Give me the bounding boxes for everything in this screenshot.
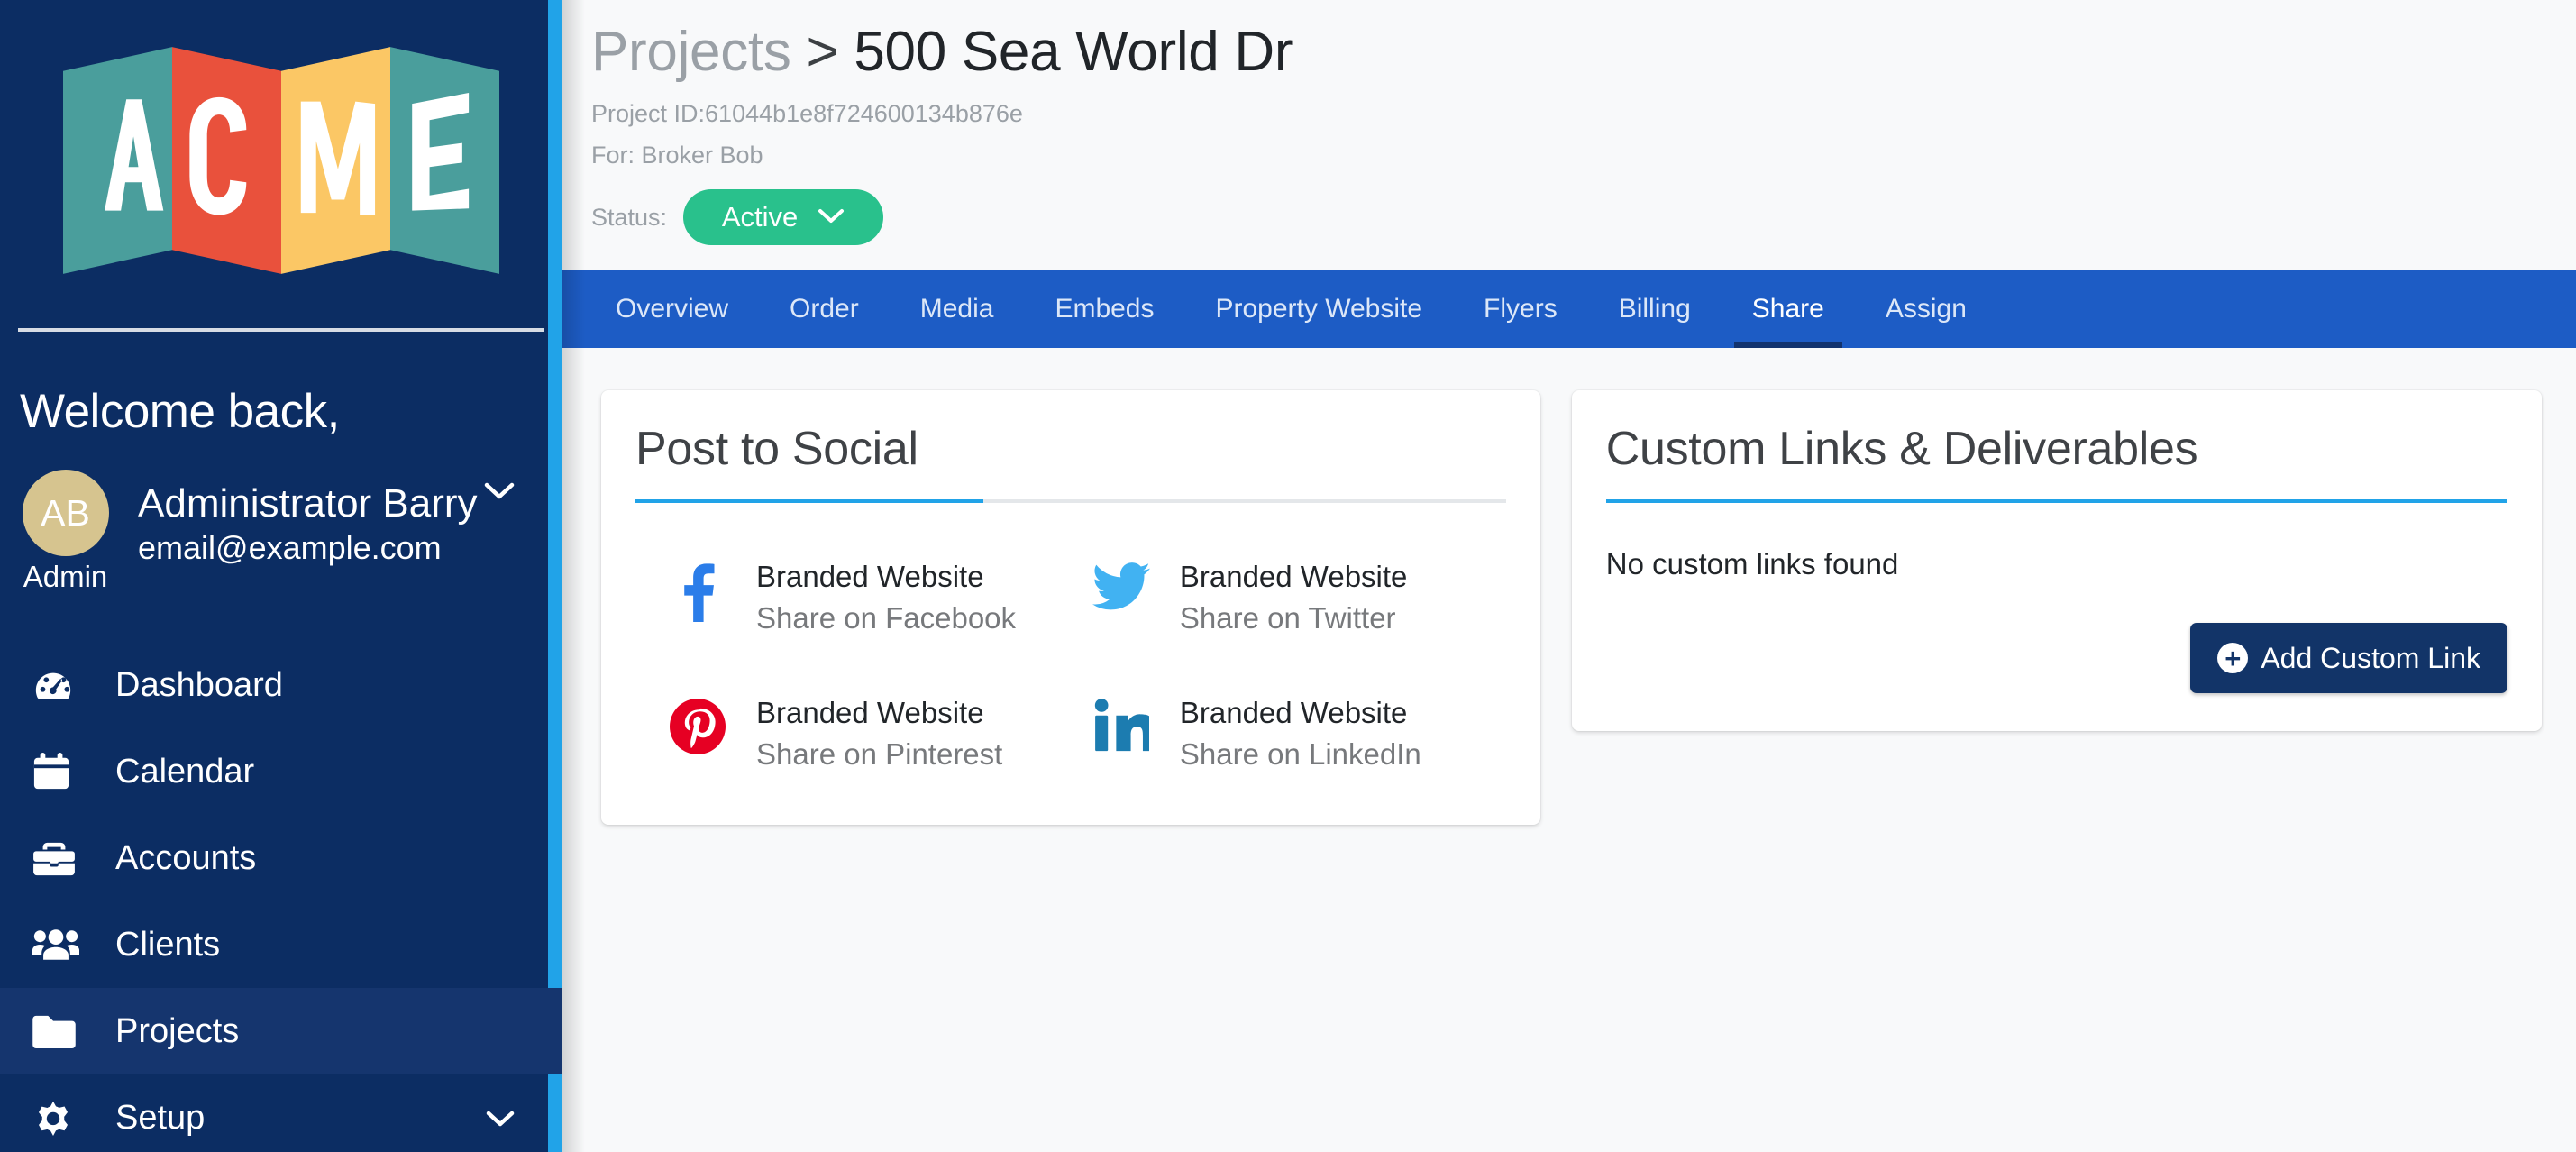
sidebar-divider xyxy=(18,328,544,332)
avatar-block: AB Admin xyxy=(18,470,113,591)
add-custom-link-label: Add Custom Link xyxy=(2261,641,2480,674)
status-row: Status: Active xyxy=(591,189,2576,246)
user-email: email@example.com xyxy=(138,528,442,566)
custom-links-card: Custom Links & Deliverables No custom li… xyxy=(1571,390,2542,732)
status-label: Status: xyxy=(591,203,668,231)
social-share-text: Branded Website Share on Facebook xyxy=(736,559,1016,637)
social-share-text: Branded Website Share on LinkedIn xyxy=(1160,695,1421,773)
page-title: Projects > 500 Sea World Dr xyxy=(591,16,2576,87)
tab-share[interactable]: Share xyxy=(1722,270,1855,349)
social-share-facebook[interactable]: Branded Website Share on Facebook xyxy=(659,559,1082,637)
sidebar-item-projects[interactable]: Projects xyxy=(0,988,562,1074)
sidebar-item-label: Projects xyxy=(115,1012,240,1050)
tachometer-icon xyxy=(32,664,90,706)
sidebar-item-accounts[interactable]: Accounts xyxy=(0,815,562,901)
custom-links-title: Custom Links & Deliverables xyxy=(1605,423,2198,476)
breadcrumb-separator: > xyxy=(806,21,839,83)
custom-links-empty-message: No custom links found xyxy=(1605,546,1899,581)
social-share-text: Branded Website Share on Pinterest xyxy=(736,695,1002,773)
content-area: Post to Social Branded Website Share on … xyxy=(562,348,2576,825)
status-badge-label: Active xyxy=(721,201,799,233)
pinterest-icon xyxy=(659,695,736,755)
sidebar-item-label: Dashboard xyxy=(115,666,283,704)
avatar: AB xyxy=(22,470,109,556)
tab-billing[interactable]: Billing xyxy=(1588,270,1722,348)
twitter-icon xyxy=(1082,559,1160,611)
social-share-twitter[interactable]: Branded Website Share on Twitter xyxy=(1082,559,1506,637)
linkedin-icon xyxy=(1082,695,1160,753)
chevron-down-icon[interactable] xyxy=(486,1103,515,1132)
social-primary-label: Branded Website xyxy=(1179,559,1408,593)
tab-embeds[interactable]: Embeds xyxy=(1024,270,1184,348)
sidebar-item-label: Clients xyxy=(115,926,221,964)
breadcrumb-parent[interactable]: Projects xyxy=(591,21,791,83)
tab-assign[interactable]: Assign xyxy=(1855,270,1997,348)
social-share-pinterest[interactable]: Branded Website Share on Pinterest xyxy=(659,695,1082,773)
welcome-text: Welcome back, xyxy=(20,385,340,438)
brand-logo[interactable] xyxy=(0,0,562,274)
sidebar-item-clients[interactable]: Clients xyxy=(0,901,562,988)
user-role-label: Admin xyxy=(23,560,108,593)
chevron-down-icon[interactable] xyxy=(484,475,515,506)
card-rule xyxy=(635,498,1506,503)
post-to-social-card: Post to Social Branded Website Share on … xyxy=(601,390,1540,825)
acme-map-logo-icon xyxy=(62,47,499,274)
sidebar-item-label: Accounts xyxy=(115,839,257,877)
sidebar: Welcome back, AB Admin Administrator Bar… xyxy=(0,0,562,1152)
tab-property-website[interactable]: Property Website xyxy=(1185,270,1454,348)
user-profile[interactable]: AB Admin Administrator Barry email@examp… xyxy=(0,435,562,591)
social-secondary-label: Share on Facebook xyxy=(756,600,1017,635)
social-primary-label: Branded Website xyxy=(756,559,984,593)
social-share-text: Branded Website Share on Twitter xyxy=(1160,559,1408,637)
tab-flyers[interactable]: Flyers xyxy=(1453,270,1588,348)
project-owner: For: Broker Bob xyxy=(591,141,763,169)
users-icon xyxy=(32,927,90,963)
page-header: Projects > 500 Sea World Dr Project ID:6… xyxy=(562,0,2576,246)
social-grid: Branded Website Share on Facebook Brande… xyxy=(635,559,1506,774)
folder-icon xyxy=(32,1014,90,1048)
social-secondary-label: Share on Twitter xyxy=(1179,600,1396,635)
add-custom-link-button[interactable]: + Add Custom Link xyxy=(2190,623,2507,694)
card-rule xyxy=(1605,498,2508,503)
project-id: Project ID:61044b1e8f724600134b876e xyxy=(591,100,1023,128)
breadcrumb-current: 500 Sea World Dr xyxy=(854,21,1293,83)
tab-order[interactable]: Order xyxy=(759,270,890,348)
user-meta: Administrator Barry email@example.com xyxy=(113,481,478,566)
plus-circle-icon: + xyxy=(2217,643,2249,674)
facebook-icon xyxy=(659,559,736,622)
sidebar-item-label: Setup xyxy=(115,1099,206,1137)
social-share-linkedin[interactable]: Branded Website Share on LinkedIn xyxy=(1082,695,1506,773)
app-root: Welcome back, AB Admin Administrator Bar… xyxy=(0,0,2576,1152)
tab-media[interactable]: Media xyxy=(890,270,1025,348)
sidebar-item-dashboard[interactable]: Dashboard xyxy=(0,642,562,728)
tab-overview[interactable]: Overview xyxy=(585,270,759,348)
custom-links-actions: + Add Custom Link xyxy=(1606,623,2507,694)
sidebar-item-calendar[interactable]: Calendar xyxy=(0,728,562,815)
briefcase-icon xyxy=(32,839,90,877)
project-tabbar: Overview Order Media Embeds Property Web… xyxy=(562,270,2576,349)
sidebar-item-label: Calendar xyxy=(115,753,255,791)
social-secondary-label: Share on LinkedIn xyxy=(1179,737,1421,772)
gear-icon xyxy=(32,1097,90,1138)
post-to-social-title: Post to Social xyxy=(635,423,918,476)
social-secondary-label: Share on Pinterest xyxy=(756,737,1003,772)
calendar-icon xyxy=(32,751,90,792)
status-badge[interactable]: Active xyxy=(683,189,884,246)
sidebar-item-setup[interactable]: Setup xyxy=(0,1074,562,1152)
sidebar-nav: Dashboard Calendar Accounts Clients Proj… xyxy=(0,642,562,1152)
chevron-down-icon xyxy=(818,206,845,229)
social-primary-label: Branded Website xyxy=(756,696,984,730)
main-content: Projects > 500 Sea World Dr Project ID:6… xyxy=(562,0,2576,1152)
user-name: Administrator Barry xyxy=(138,481,478,526)
social-primary-label: Branded Website xyxy=(1179,696,1408,730)
